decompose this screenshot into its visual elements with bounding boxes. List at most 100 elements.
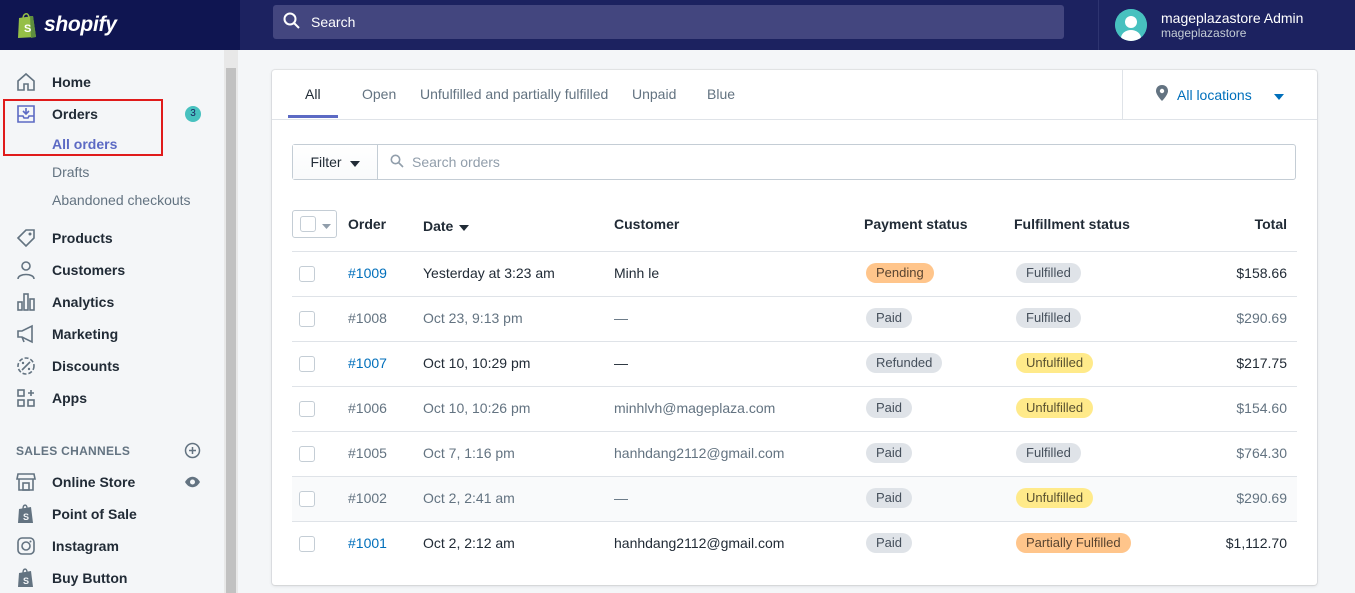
add-channel-icon[interactable] [184, 442, 201, 462]
home-icon [16, 72, 36, 92]
tab-unfulfilled[interactable]: Unfulfilled and partially fulfilled [420, 86, 608, 102]
locations-dropdown[interactable]: All locations [1122, 70, 1317, 119]
tab-blue[interactable]: Blue [707, 86, 735, 102]
tag-icon [16, 228, 36, 248]
sidebar-item-label: Customers [52, 262, 126, 278]
brand-name: shopify [44, 13, 117, 36]
column-header-date[interactable]: Date [423, 216, 470, 236]
order-total: $290.69 [1236, 310, 1287, 326]
payment-status-badge: Pending [866, 263, 934, 283]
svg-text:S: S [23, 512, 29, 522]
sidebar-item-analytics[interactable]: Analytics [16, 292, 114, 312]
sidebar-item-label: Instagram [52, 538, 119, 554]
column-header-date-label: Date [423, 218, 454, 234]
caret-down-icon [349, 154, 360, 170]
column-header-customer[interactable]: Customer [614, 216, 679, 236]
table-row[interactable]: #1002 Oct 2, 2:41 am — Paid Unfulfilled $290.… [292, 476, 1297, 521]
locations-label: All locations [1177, 86, 1252, 103]
location-pin-icon [1155, 84, 1169, 105]
checkbox [300, 216, 316, 232]
order-customer: minhlvh@mageplaza.com [614, 400, 776, 416]
sidebar-item-label: Online Store [52, 474, 136, 490]
payment-status-badge: Paid [866, 398, 913, 418]
order-total: $764.30 [1236, 445, 1287, 461]
user-menu[interactable]: mageplazastore Admin mageplazastore [1098, 0, 1355, 50]
row-checkbox[interactable] [299, 266, 315, 282]
fulfillment-status-badge: Unfulfilled [1016, 353, 1094, 373]
sidebar-item-marketing[interactable]: Marketing [16, 324, 118, 344]
row-checkbox[interactable] [299, 491, 315, 507]
tab-unpaid[interactable]: Unpaid [632, 86, 676, 102]
search-placeholder: Search [311, 14, 356, 30]
sidebar-item-online-store[interactable]: Online Store [16, 472, 135, 492]
order-number-link[interactable]: #1001 [348, 535, 387, 551]
sidebar-item-point-of-sale[interactable]: S Point of Sale [16, 504, 137, 524]
order-number-link[interactable]: #1007 [348, 355, 387, 371]
fulfillment-status-badge: Fulfilled [1016, 263, 1081, 283]
search-icon [390, 154, 404, 171]
sidebar-subitem-drafts[interactable]: Drafts [52, 164, 89, 180]
order-number-link[interactable]: #1008 [348, 310, 387, 326]
payment-status-badge: Paid [866, 443, 913, 463]
row-checkbox[interactable] [299, 311, 315, 327]
sidebar-item-customers[interactable]: Customers [16, 260, 125, 280]
column-header-order[interactable]: Order [348, 216, 386, 236]
sidebar-item-products[interactable]: Products [16, 228, 113, 248]
table-row[interactable]: #1006 Oct 10, 10:26 pm minhlvh@mageplaza.c… [292, 386, 1297, 431]
order-date: Yesterday at 3:23 am [423, 265, 555, 281]
search-icon [283, 12, 301, 33]
sidebar-item-home[interactable]: Home [16, 72, 91, 92]
bar-chart-icon [16, 292, 36, 312]
payment-status-badge: Paid [866, 533, 913, 553]
sidebar-item-discounts[interactable]: Discounts [16, 356, 120, 376]
row-checkbox[interactable] [299, 356, 315, 372]
sidebar-scrollbar-thumb[interactable] [226, 68, 236, 593]
order-date: Oct 2, 2:12 am [423, 535, 515, 551]
order-number-link[interactable]: #1009 [348, 265, 387, 281]
sidebar-item-label: Marketing [52, 326, 119, 342]
search-orders-placeholder: Search orders [412, 154, 500, 170]
discount-icon [16, 356, 36, 376]
shopify-logo[interactable]: S shopify [0, 0, 240, 50]
svg-text:S: S [23, 576, 29, 586]
tab-all[interactable]: All [305, 86, 321, 102]
table-row[interactable]: #1007 Oct 10, 10:29 pm — Refunded Unfulfille… [292, 341, 1297, 386]
column-header-total[interactable]: Total [1255, 216, 1287, 236]
sidebar-item-label: Point of Sale [52, 506, 137, 522]
user-name: mageplazastore Admin [1161, 10, 1304, 26]
table-row[interactable]: #1009 Yesterday at 3:23 am Minh le Pending F… [292, 251, 1297, 296]
search-orders-input[interactable]: Search orders [378, 145, 1295, 179]
fulfillment-status-badge: Fulfilled [1016, 443, 1081, 463]
row-checkbox[interactable] [299, 401, 315, 417]
order-total: $290.69 [1236, 490, 1287, 506]
filter-button[interactable]: Filter [293, 145, 378, 179]
order-customer: — [614, 490, 628, 506]
sidebar-item-instagram[interactable]: Instagram [16, 536, 119, 556]
sidebar-subitem-abandoned-checkouts[interactable]: Abandoned checkouts [52, 192, 191, 208]
eye-icon[interactable] [184, 475, 201, 492]
order-number-link[interactable]: #1005 [348, 445, 387, 461]
column-header-fulfillment[interactable]: Fulfillment status [1014, 216, 1130, 236]
order-number-link[interactable]: #1002 [348, 490, 387, 506]
select-all-checkbox[interactable] [292, 210, 337, 238]
sidebar-item-buy-button[interactable]: S Buy Button [16, 568, 127, 588]
table-row[interactable]: #1001 Oct 2, 2:12 am hanhdang2112@gmail.co… [292, 521, 1297, 566]
row-checkbox[interactable] [299, 536, 315, 552]
order-customer: — [614, 310, 628, 326]
table-row[interactable]: #1005 Oct 7, 1:16 pm hanhdang2112@gmail.co… [292, 431, 1297, 476]
tab-open[interactable]: Open [362, 86, 396, 102]
filter-bar: Filter Search orders [292, 144, 1296, 180]
row-checkbox[interactable] [299, 446, 315, 462]
search-input[interactable]: Search [273, 5, 1064, 39]
order-date: Oct 10, 10:29 pm [423, 355, 531, 371]
fulfillment-status-badge: Unfulfilled [1016, 488, 1094, 508]
order-number-link[interactable]: #1006 [348, 400, 387, 416]
order-customer: — [614, 355, 628, 371]
sidebar-item-label: Analytics [52, 294, 115, 310]
fulfillment-status-badge: Unfulfilled [1016, 398, 1094, 418]
sidebar-item-apps[interactable]: Apps [16, 388, 87, 408]
table-row[interactable]: #1008 Oct 23, 9:13 pm — Paid Fulfilled $290.6… [292, 296, 1297, 341]
order-customer: hanhdang2112@gmail.com [614, 445, 785, 461]
column-header-payment[interactable]: Payment status [864, 216, 967, 236]
payment-status-badge: Paid [866, 488, 913, 508]
